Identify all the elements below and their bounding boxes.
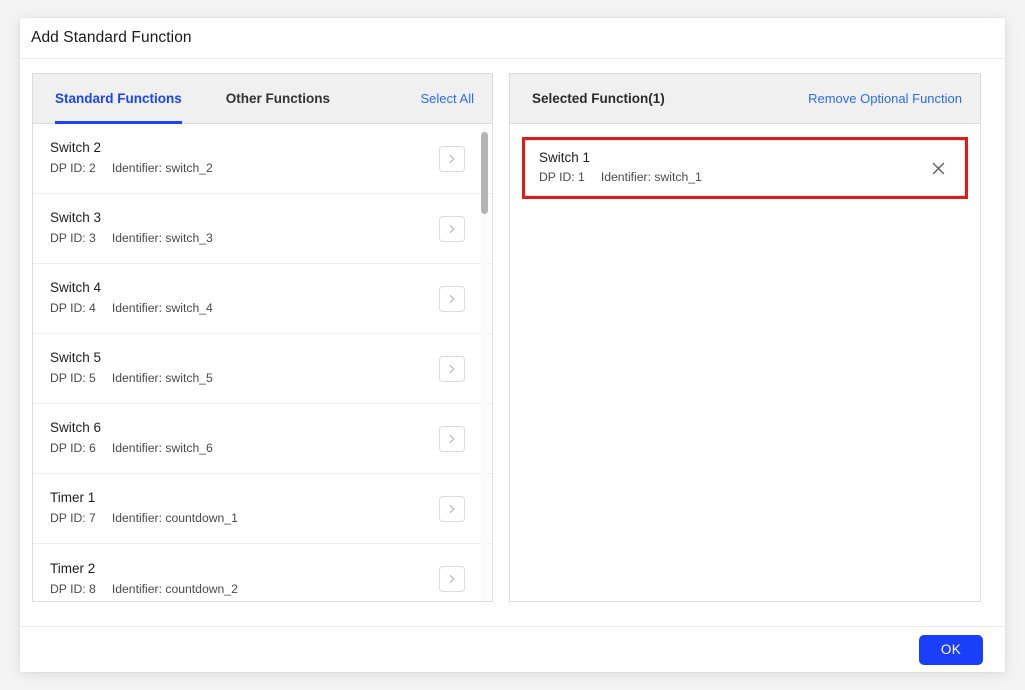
list-item-meta: DP ID: 7 Identifier: countdown_1 xyxy=(50,511,439,526)
add-standard-function-dialog: Add Standard Function Standard Functions… xyxy=(20,18,1005,672)
list-scrollbar[interactable] xyxy=(481,124,488,601)
available-functions-header: Standard Functions Other Functions Selec… xyxy=(33,74,492,124)
list-item-text: Switch 3 DP ID: 3 Identifier: switch_3 xyxy=(50,210,439,246)
close-icon xyxy=(932,162,944,174)
list-item-title: Timer 2 xyxy=(50,560,96,576)
list-item-title: Timer 1 xyxy=(50,490,96,506)
selected-function-identifier: Identifier: switch_1 xyxy=(600,170,702,185)
list-item[interactable]: Switch 5 DP ID: 5 Identifier: switch_5 xyxy=(33,334,492,404)
list-item-identifier: Identifier: switch_6 xyxy=(111,441,213,456)
selected-function-title-text: Switch 1 xyxy=(539,150,591,166)
list-item-text: Switch 5 DP ID: 5 Identifier: switch_5 xyxy=(50,350,439,386)
list-item-title: Switch 2 xyxy=(50,140,102,156)
dialog-body: Standard Functions Other Functions Selec… xyxy=(20,59,1005,626)
remove-optional-function-link[interactable]: Remove Optional Function xyxy=(808,74,980,123)
list-item-dp-id: DP ID: 8 xyxy=(50,581,96,596)
list-item-identifier: Identifier: countdown_2 xyxy=(111,581,238,596)
list-item-text: Timer 1 DP ID: 7 Identifier: countdown_1 xyxy=(50,490,439,526)
add-function-button[interactable] xyxy=(439,145,465,172)
list-item[interactable]: Switch 6 DP ID: 6 Identifier: switch_6 xyxy=(33,404,492,474)
list-item-title: Switch 5 xyxy=(50,350,102,366)
tab-standard-functions[interactable]: Standard Functions xyxy=(33,74,204,124)
list-item-meta: DP ID: 4 Identifier: switch_4 xyxy=(50,301,439,316)
header-spacer-right xyxy=(665,74,808,123)
add-function-button[interactable] xyxy=(439,215,465,242)
list-item[interactable]: Switch 4 DP ID: 4 Identifier: switch_4 xyxy=(33,264,492,334)
selected-function-title: Selected Function(1) xyxy=(532,91,665,106)
selected-function-text: Switch 1 DP ID: 1 Identifier: switch_1 xyxy=(539,150,925,185)
list-item-dp-id: DP ID: 4 xyxy=(50,301,96,316)
list-item-identifier: Identifier: switch_5 xyxy=(111,371,213,386)
list-item-title: Switch 4 xyxy=(50,280,102,296)
dialog-header: Add Standard Function xyxy=(20,18,1005,59)
select-all-label: Select All xyxy=(420,91,474,106)
selected-function-card[interactable]: Switch 1 DP ID: 1 Identifier: switch_1 xyxy=(525,140,965,196)
chevron-right-icon xyxy=(449,434,455,443)
dialog-footer: OK xyxy=(20,626,1005,672)
selected-function-highlight: Switch 1 DP ID: 1 Identifier: switch_1 xyxy=(522,137,968,199)
ok-button[interactable]: OK xyxy=(918,634,983,665)
list-item-meta: DP ID: 2 Identifier: switch_2 xyxy=(50,161,439,176)
list-item-title: Switch 6 xyxy=(50,420,102,436)
add-function-button[interactable] xyxy=(439,285,465,312)
list-item-text: Timer 2 DP ID: 8 Identifier: countdown_2 xyxy=(50,560,439,596)
tab-other-functions-label: Other Functions xyxy=(225,91,331,106)
list-item-identifier: Identifier: switch_3 xyxy=(111,231,213,246)
list-item[interactable]: Timer 2 DP ID: 8 Identifier: countdown_2 xyxy=(33,544,492,601)
available-functions-panel: Standard Functions Other Functions Selec… xyxy=(32,73,493,602)
chevron-right-icon xyxy=(449,294,455,303)
list-item-identifier: Identifier: countdown_1 xyxy=(111,511,238,526)
available-functions-list-wrap: Switch 2 DP ID: 2 Identifier: switch_2 Swit… xyxy=(33,124,492,601)
selected-function-dp-id: DP ID: 1 xyxy=(539,170,585,185)
list-item-dp-id: DP ID: 3 xyxy=(50,231,96,246)
list-item-text: Switch 6 DP ID: 6 Identifier: switch_6 xyxy=(50,420,439,456)
list-item-meta: DP ID: 3 Identifier: switch_3 xyxy=(50,231,439,246)
list-item-text: Switch 2 DP ID: 2 Identifier: switch_2 xyxy=(50,140,439,176)
add-function-button[interactable] xyxy=(439,355,465,382)
list-item-identifier: Identifier: switch_4 xyxy=(111,301,213,316)
list-item-dp-id: DP ID: 7 xyxy=(50,511,96,526)
list-item-meta: DP ID: 5 Identifier: switch_5 xyxy=(50,371,439,386)
chevron-right-icon xyxy=(449,574,455,584)
chevron-right-icon xyxy=(449,504,455,513)
list-item-dp-id: DP ID: 2 xyxy=(50,161,96,176)
list-item-meta: DP ID: 8 Identifier: countdown_2 xyxy=(50,581,439,596)
list-item[interactable]: Timer 1 DP ID: 7 Identifier: countdown_1 xyxy=(33,474,492,544)
add-function-button[interactable] xyxy=(439,566,465,592)
header-spacer xyxy=(352,74,421,123)
remove-selected-function-button[interactable] xyxy=(925,155,951,181)
add-function-button[interactable] xyxy=(439,425,465,452)
list-scrollbar-thumb[interactable] xyxy=(481,132,488,214)
chevron-right-icon xyxy=(449,154,455,163)
chevron-right-icon xyxy=(449,364,455,373)
selected-functions-panel: Selected Function(1) Remove Optional Fun… xyxy=(509,73,981,602)
list-item[interactable]: Switch 3 DP ID: 3 Identifier: switch_3 xyxy=(33,194,492,264)
dialog-title: Add Standard Function xyxy=(31,29,192,46)
remove-optional-function-label: Remove Optional Function xyxy=(808,91,962,106)
selected-function-meta: DP ID: 1 Identifier: switch_1 xyxy=(539,170,925,185)
select-all-link[interactable]: Select All xyxy=(421,74,492,123)
add-function-button[interactable] xyxy=(439,495,465,522)
list-item-text: Switch 4 DP ID: 4 Identifier: switch_4 xyxy=(50,280,439,316)
list-item-dp-id: DP ID: 5 xyxy=(50,371,96,386)
chevron-right-icon xyxy=(449,224,455,233)
list-item[interactable]: Switch 2 DP ID: 2 Identifier: switch_2 xyxy=(33,124,492,194)
selected-functions-header: Selected Function(1) Remove Optional Fun… xyxy=(510,74,980,124)
list-item-title: Switch 3 xyxy=(50,210,102,226)
selected-functions-area: Switch 1 DP ID: 1 Identifier: switch_1 xyxy=(510,124,980,601)
tab-standard-functions-label: Standard Functions xyxy=(55,91,182,106)
list-item-identifier: Identifier: switch_2 xyxy=(111,161,213,176)
tab-other-functions[interactable]: Other Functions xyxy=(204,74,352,123)
function-tabs: Standard Functions Other Functions xyxy=(33,74,352,124)
list-item-dp-id: DP ID: 6 xyxy=(50,441,96,456)
available-functions-list: Switch 2 DP ID: 2 Identifier: switch_2 Swit… xyxy=(33,124,492,601)
list-item-meta: DP ID: 6 Identifier: switch_6 xyxy=(50,441,439,456)
